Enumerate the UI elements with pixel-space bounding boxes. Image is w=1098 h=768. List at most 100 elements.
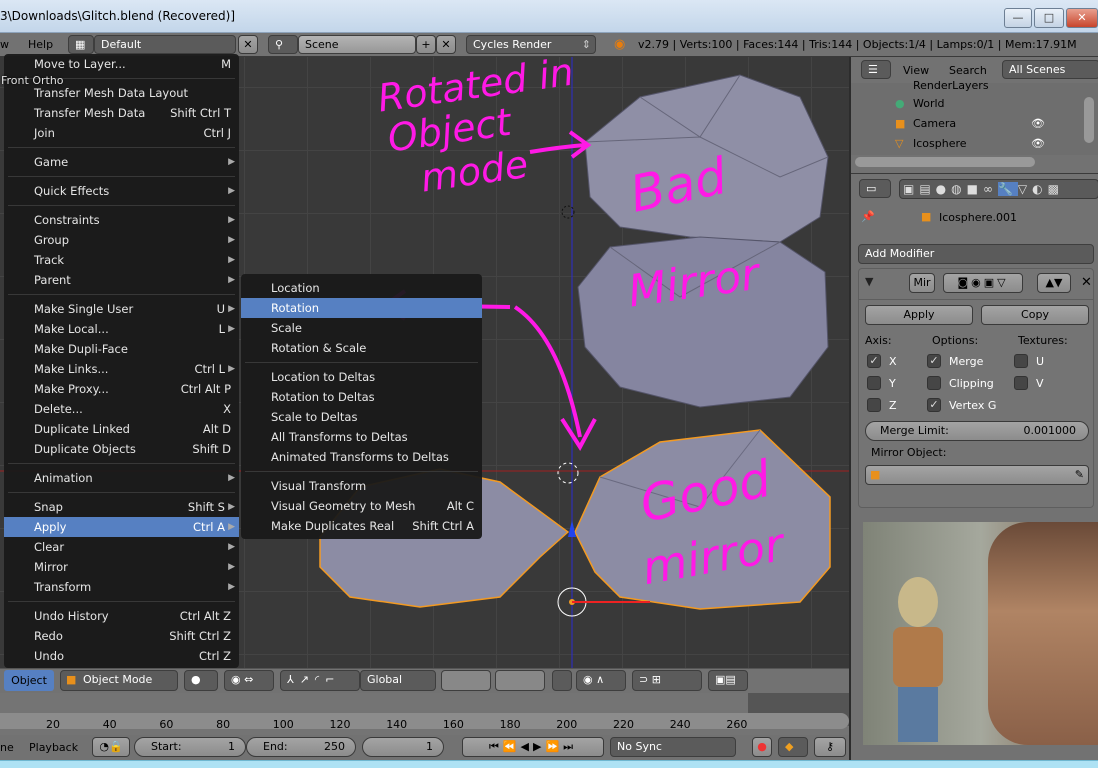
delete-scene-button[interactable]: ✕	[436, 35, 456, 54]
pin-icon[interactable]: 📌	[861, 210, 875, 223]
menu-item[interactable]: All Transforms to Deltas	[241, 427, 482, 447]
menu-item[interactable]: Transform ▶	[4, 577, 239, 597]
menu-help[interactable]: Help	[28, 38, 53, 51]
menu-item[interactable]: Make Local... L ▶	[4, 319, 239, 339]
record-button[interactable]: ●	[752, 737, 772, 757]
snap-toggles[interactable]: ⊃ ⊞	[632, 670, 702, 691]
timeline-menu-view[interactable]: ne	[0, 741, 14, 754]
menu-item[interactable]: Duplicate Linked Alt D	[4, 419, 239, 439]
timeline-menu-playback[interactable]: Playback	[29, 741, 78, 754]
menu-item[interactable]: Scale to Deltas	[241, 407, 482, 427]
close-layout-button[interactable]: ✕	[238, 35, 258, 54]
interaction-mode-select[interactable]: ■ Object Mode	[60, 670, 178, 691]
layers-grid-2[interactable]	[495, 670, 545, 691]
visibility-eye-icon[interactable]: 👁	[1031, 137, 1045, 150]
visibility-eye-icon[interactable]: 👁	[1031, 117, 1045, 130]
menu-item[interactable]: Make Proxy... Ctrl Alt P	[4, 379, 239, 399]
copy-button[interactable]: Copy	[981, 305, 1089, 325]
start-frame-field[interactable]: Start: 1	[134, 737, 246, 757]
auto-keying-lock-icons[interactable]: ◔🔒	[92, 737, 130, 757]
render-buttons[interactable]: ▣▤	[708, 670, 748, 691]
menu-item[interactable]: Join Ctrl J	[4, 123, 239, 143]
outliner-hscrollbar[interactable]	[855, 157, 1035, 167]
menu-item[interactable]: Duplicate Objects Shift D	[4, 439, 239, 459]
menu-item[interactable]: Game ▶	[4, 152, 239, 172]
eyedropper-icon[interactable]: ✎	[1075, 466, 1084, 484]
outliner-filter-select[interactable]: All Scenes	[1002, 60, 1098, 79]
screen-layout-field[interactable]: Default	[94, 35, 236, 54]
menu-item[interactable]: Redo Shift Ctrl Z	[4, 626, 239, 646]
menu-item[interactable]: Visual Geometry to Mesh Alt C	[241, 496, 482, 516]
pivot-point-select[interactable]: ◉ ⇔	[224, 670, 274, 691]
menu-item[interactable]: Scale	[241, 318, 482, 338]
merge-checkbox[interactable]: ✓	[927, 354, 941, 368]
menu-item[interactable]: Location to Deltas	[241, 367, 482, 387]
outliner-menu-search[interactable]: Search	[949, 64, 987, 77]
add-scene-button[interactable]: +	[416, 35, 436, 54]
scene-field[interactable]: Scene	[298, 35, 416, 54]
minimize-button[interactable]: —	[1004, 8, 1032, 28]
menu-item[interactable]: Make Duplicates Real Shift Ctrl A	[241, 516, 482, 536]
proportional-edit-select[interactable]: ◉ ∧	[576, 670, 626, 691]
axis-y-checkbox[interactable]	[867, 376, 881, 390]
menu-item[interactable]: Constraints ▶	[4, 210, 239, 230]
menu-item[interactable]: Clear ▶	[4, 537, 239, 557]
timeline-area[interactable]	[0, 693, 849, 735]
outliner-scrollbar[interactable]	[1084, 97, 1094, 143]
menu-item[interactable]: Rotation to Deltas	[241, 387, 482, 407]
menu-item[interactable]: Make Single User U ▶	[4, 299, 239, 319]
axis-x-checkbox[interactable]: ✓	[867, 354, 881, 368]
menu-item[interactable]: Quick Effects ▶	[4, 181, 239, 201]
menu-item[interactable]: Delete... X	[4, 399, 239, 419]
menu-item[interactable]: Make Dupli-Face	[4, 339, 239, 359]
menu-item[interactable]: Group ▶	[4, 230, 239, 250]
clipping-checkbox[interactable]	[927, 376, 941, 390]
mirror-object-field[interactable]: ■ ✎	[865, 465, 1089, 485]
texture-u-checkbox[interactable]	[1014, 354, 1028, 368]
properties-context-tabs[interactable]: ▣▤●◍■∞🔧▽◐▩	[899, 179, 1098, 199]
collapse-triangle-icon[interactable]: ▼	[865, 275, 873, 288]
outliner-item[interactable]: Icosphere	[913, 137, 967, 150]
outliner-menu-view[interactable]: View	[903, 64, 929, 77]
manipulator-toggles[interactable]: ⅄↗◜⌐	[280, 670, 360, 691]
menu-window[interactable]: w	[0, 38, 9, 51]
timeline-ruler[interactable]	[0, 713, 849, 729]
screen-layout-icon[interactable]: ▦	[68, 35, 94, 54]
render-engine-select[interactable]: Cycles Render ⇕	[466, 35, 596, 54]
menu-item[interactable]: Mirror ▶	[4, 557, 239, 577]
menu-item[interactable]: Make Links... Ctrl L ▶	[4, 359, 239, 379]
menu-item[interactable]: Visual Transform	[241, 476, 482, 496]
lock-camera-icon[interactable]	[552, 670, 572, 691]
apply-button[interactable]: Apply	[865, 305, 973, 325]
axis-z-checkbox[interactable]	[867, 398, 881, 412]
playback-controls[interactable]: ⏮⏪◀▶⏩⏭	[462, 737, 604, 757]
menu-item[interactable]: Parent ▶	[4, 270, 239, 290]
remove-modifier-icon[interactable]: ✕	[1081, 275, 1092, 290]
keyframe-key-icon[interactable]: ⚷	[814, 737, 846, 757]
sync-mode-select[interactable]: No Sync	[610, 737, 736, 757]
menu-item[interactable]: Move to Layer... M	[4, 54, 239, 74]
outliner-item[interactable]: Camera	[913, 117, 956, 130]
layers-grid-1[interactable]	[441, 670, 491, 691]
transform-orientation-select[interactable]: Global	[360, 670, 436, 691]
menu-item[interactable]: Rotation & Scale	[241, 338, 482, 358]
menu-item[interactable]: Animation ▶	[4, 468, 239, 488]
menu-item[interactable]: Undo History Ctrl Alt Z	[4, 606, 239, 626]
menu-item[interactable]: Track ▶	[4, 250, 239, 270]
menu-item[interactable]: Apply Ctrl A ▶	[4, 517, 239, 537]
viewport-shading-select[interactable]: ●	[184, 670, 218, 691]
vertex-group-checkbox[interactable]: ✓	[927, 398, 941, 412]
keying-set-select[interactable]: ◆	[778, 737, 808, 757]
menu-item[interactable]: Rotation	[241, 298, 482, 318]
editor-type-icon[interactable]: ☰	[861, 60, 891, 79]
texture-v-checkbox[interactable]	[1014, 376, 1028, 390]
object-menu-button[interactable]: Object	[4, 670, 54, 691]
merge-limit-field[interactable]: Merge Limit: 0.001000	[865, 421, 1089, 441]
move-modifier-buttons[interactable]: ▲▼	[1037, 273, 1071, 293]
scene-icon[interactable]: ⚲	[268, 35, 298, 54]
maximize-button[interactable]: □	[1034, 8, 1064, 28]
menu-item[interactable]: Snap Shift S ▶	[4, 497, 239, 517]
outliner-item[interactable]: World	[913, 97, 945, 110]
add-modifier-select[interactable]: Add Modifier	[858, 244, 1094, 264]
close-window-button[interactable]: ✕	[1066, 8, 1098, 28]
